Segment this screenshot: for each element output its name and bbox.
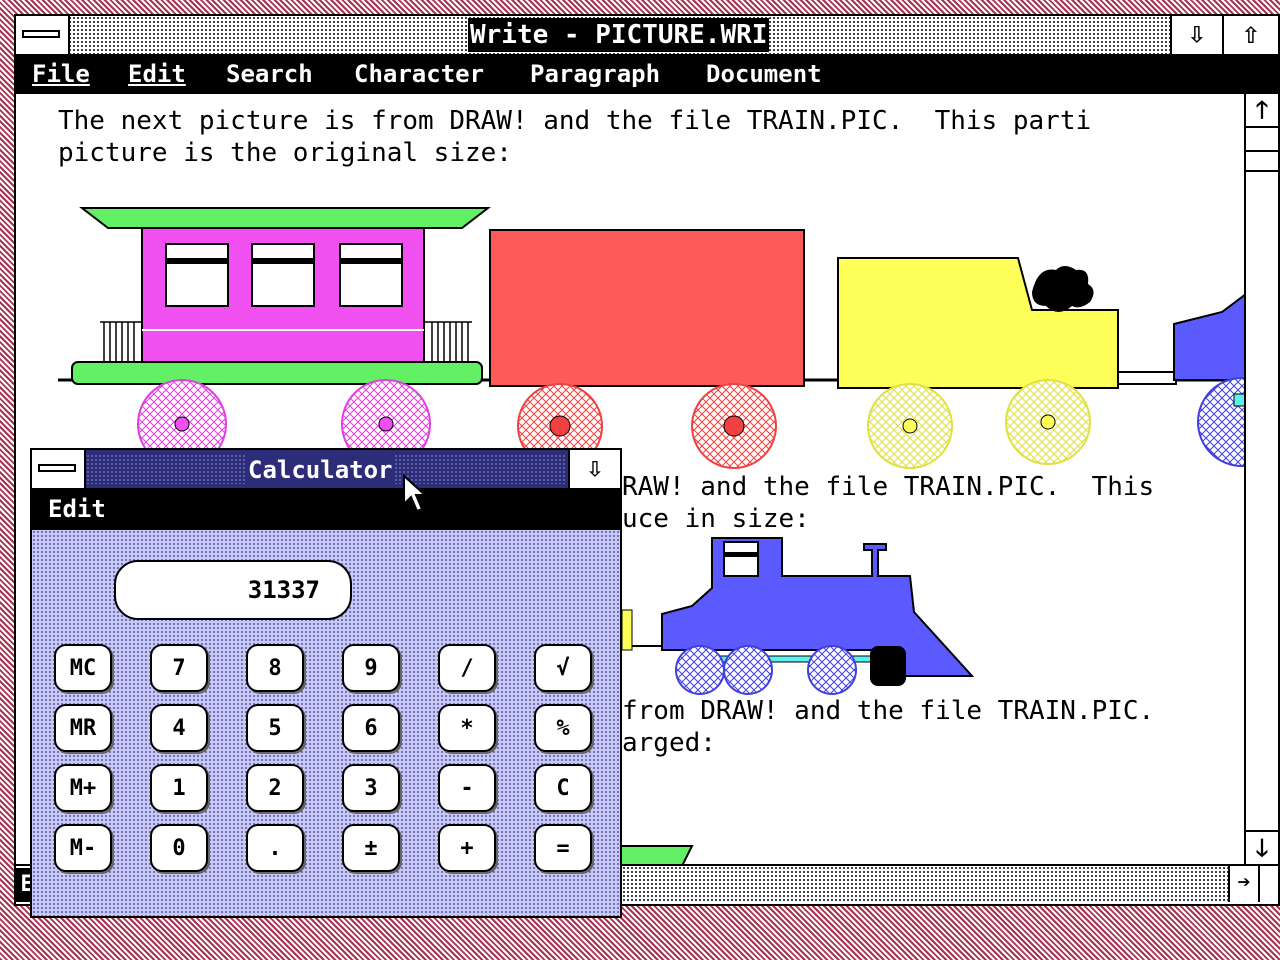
button-divide[interactable]: / xyxy=(438,644,496,692)
write-title-bar[interactable]: Write - PICTURE.WRI ⇩ ⇧ xyxy=(16,16,1278,56)
mouse-cursor-icon xyxy=(403,474,426,513)
button-decimal[interactable]: . xyxy=(246,824,304,872)
calculator-body: 31337 MC 7 8 9 / √ MR 4 5 6 * % M+ 1 2 3… xyxy=(32,530,620,916)
write-menu-bar: File Edit Search Character Paragraph Doc… xyxy=(16,56,1278,94)
button-sqrt[interactable]: √ xyxy=(534,644,592,692)
button-subtract[interactable]: - xyxy=(438,764,496,812)
menu-search[interactable]: Search xyxy=(226,60,313,88)
button-mr[interactable]: MR xyxy=(54,704,112,752)
button-0[interactable]: 0 xyxy=(150,824,208,872)
calculator-system-menu-icon[interactable] xyxy=(32,450,86,488)
vertical-scrollbar[interactable]: 🡑 🡓 xyxy=(1244,94,1278,864)
menu-character-label: Character xyxy=(354,60,485,88)
menu-paragraph[interactable]: Paragraph xyxy=(530,60,660,88)
scroll-thumb[interactable] xyxy=(1246,150,1278,172)
menu-character[interactable]: Character xyxy=(354,60,484,88)
button-m-minus[interactable]: M- xyxy=(54,824,112,872)
menu-search-label: Search xyxy=(226,60,313,88)
menu-paragraph-label: Paragraph xyxy=(530,60,661,88)
maximize-arrow-icon[interactable]: ⇧ xyxy=(1222,16,1278,54)
menu-edit[interactable]: Edit xyxy=(128,60,186,88)
menu-edit-label: Edit xyxy=(128,60,186,88)
write-title: Write - PICTURE.WRI xyxy=(468,18,770,52)
menu-file[interactable]: File xyxy=(32,60,90,88)
button-6[interactable]: 6 xyxy=(342,704,400,752)
button-equals[interactable]: = xyxy=(534,824,592,872)
size-box[interactable] xyxy=(1258,866,1278,902)
button-m-plus[interactable]: M+ xyxy=(54,764,112,812)
calculator-minimize-arrow-icon[interactable]: ⇩ xyxy=(568,450,620,488)
scroll-down-arrow-icon[interactable]: 🡓 xyxy=(1246,830,1278,864)
button-7[interactable]: 7 xyxy=(150,644,208,692)
calculator-display: 31337 xyxy=(114,560,352,620)
calculator-menu-bar: Edit xyxy=(32,490,620,530)
button-8[interactable]: 8 xyxy=(246,644,304,692)
scroll-right-arrow-icon[interactable]: ➔ xyxy=(1228,866,1258,902)
button-1[interactable]: 1 xyxy=(150,764,208,812)
button-2[interactable]: 2 xyxy=(246,764,304,812)
menu-file-label: File xyxy=(32,60,90,88)
button-3[interactable]: 3 xyxy=(342,764,400,812)
system-menu-icon[interactable] xyxy=(16,16,70,54)
menu-document-label: Document xyxy=(706,60,822,88)
calculator-menu-edit[interactable]: Edit xyxy=(48,495,106,523)
button-5[interactable]: 5 xyxy=(246,704,304,752)
button-plus-minus[interactable]: ± xyxy=(342,824,400,872)
calculator-title-bar[interactable]: Calculator ⇩ xyxy=(32,450,620,490)
button-percent[interactable]: % xyxy=(534,704,592,752)
menu-document[interactable]: Document xyxy=(706,60,822,88)
button-mc[interactable]: MC xyxy=(54,644,112,692)
button-multiply[interactable]: * xyxy=(438,704,496,752)
button-9[interactable]: 9 xyxy=(342,644,400,692)
scroll-up-arrow-icon[interactable]: 🡑 xyxy=(1246,94,1278,128)
calculator-title: Calculator xyxy=(246,454,395,486)
calculator-menu-edit-label: Edit xyxy=(48,495,106,523)
button-add[interactable]: + xyxy=(438,824,496,872)
button-4[interactable]: 4 xyxy=(150,704,208,752)
minimize-arrow-icon[interactable]: ⇩ xyxy=(1170,16,1224,54)
calculator-window: Calculator ⇩ Edit 31337 MC 7 8 9 / √ MR … xyxy=(30,448,622,918)
button-clear[interactable]: C xyxy=(534,764,592,812)
